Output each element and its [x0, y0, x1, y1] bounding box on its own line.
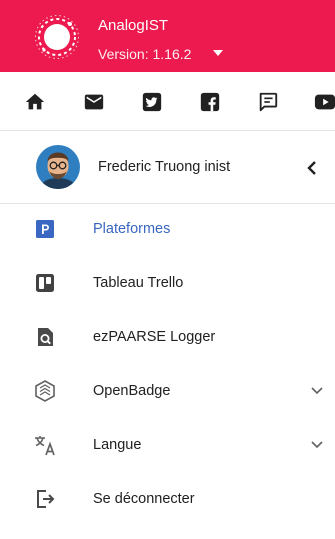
chevron-down-icon[interactable]	[309, 439, 325, 451]
translate-icon	[35, 436, 55, 456]
menu-item-plateformes[interactable]: Plateformes	[0, 202, 335, 256]
caret-down-icon[interactable]	[212, 48, 224, 58]
version-label[interactable]: Version: 1.16.2	[98, 46, 191, 62]
menu-item-label: ezPAARSE Logger	[93, 329, 216, 345]
menu-item-tableau-trello[interactable]: Tableau Trello	[0, 256, 335, 310]
social-icon-bar	[0, 72, 335, 131]
trello-icon	[36, 274, 54, 292]
badge-icon	[35, 380, 55, 402]
logout-icon	[37, 490, 55, 508]
avatar[interactable]	[36, 145, 80, 189]
p-badge-icon	[36, 220, 54, 238]
analogist-logo-icon	[35, 15, 79, 59]
menu-item-openbadge[interactable]: OpenBadge	[0, 364, 335, 418]
menu-item-label: OpenBadge	[93, 383, 171, 399]
app-title: AnalogIST	[98, 17, 169, 34]
menu-item-label: Plateformes	[93, 221, 171, 237]
log-search-icon	[38, 328, 53, 346]
chevron-down-icon[interactable]	[309, 385, 325, 397]
twitter-icon[interactable]	[141, 91, 163, 113]
menu-item-label: Tableau Trello	[93, 275, 184, 291]
menu-item-langue[interactable]: Langue	[0, 418, 335, 472]
feedback-icon[interactable]	[257, 91, 279, 113]
mail-icon[interactable]	[83, 91, 105, 113]
menu-item-label: Se déconnecter	[93, 491, 195, 507]
menu-item-ezpaarse-logger[interactable]: ezPAARSE Logger	[0, 310, 335, 364]
home-icon[interactable]	[24, 91, 46, 113]
menu-item-se-deconnecter[interactable]: Se déconnecter	[0, 472, 335, 526]
chevron-left-icon[interactable]	[305, 160, 319, 176]
app-header: AnalogIST Version: 1.16.2	[0, 0, 335, 72]
menu-item-label: Langue	[93, 437, 142, 453]
facebook-icon[interactable]	[199, 91, 221, 113]
user-name: Frederic Truong inist	[98, 159, 231, 175]
youtube-icon[interactable]	[314, 91, 335, 113]
user-profile: Frederic Truong inist	[0, 131, 335, 204]
